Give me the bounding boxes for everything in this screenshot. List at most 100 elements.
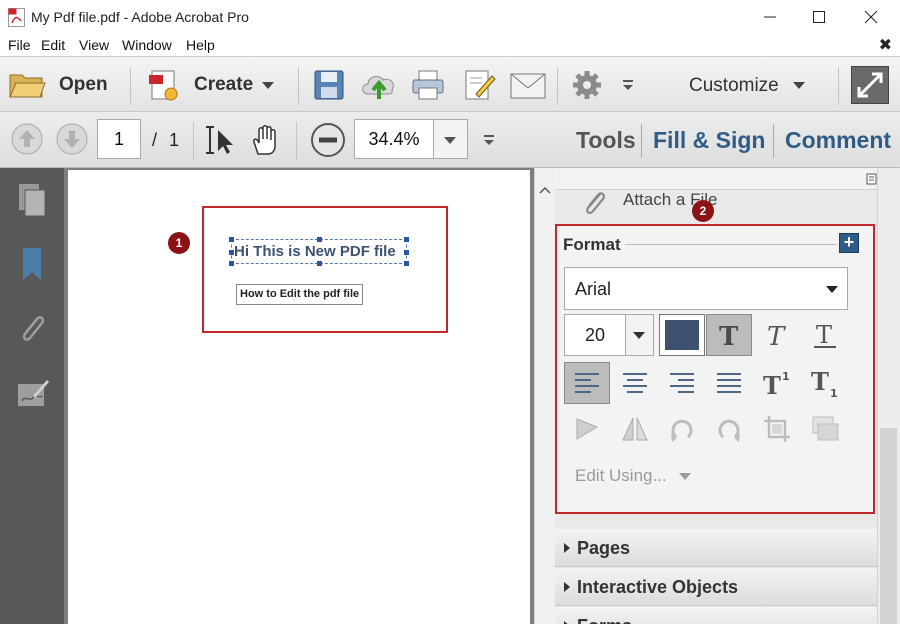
tab-tools[interactable]: Tools xyxy=(576,127,636,154)
next-page-icon[interactable] xyxy=(55,122,89,156)
print-icon[interactable] xyxy=(411,68,445,102)
superscript-button[interactable]: T1 xyxy=(754,362,800,404)
separator xyxy=(130,67,131,105)
signature-icon[interactable] xyxy=(16,376,50,410)
customize-button[interactable]: Customize xyxy=(686,65,816,105)
rotate-counterclockwise-button[interactable] xyxy=(659,408,705,450)
minimize-button[interactable] xyxy=(744,0,796,34)
scrollbar-thumb[interactable] xyxy=(880,428,897,624)
section-forms-label: Forms xyxy=(577,616,632,624)
page-thumbnails-icon[interactable] xyxy=(16,182,48,218)
bookmark-icon[interactable] xyxy=(16,246,48,282)
section-pages-label: Pages xyxy=(577,538,631,558)
callout-badge-1: 1 xyxy=(168,232,190,254)
text-color-button[interactable] xyxy=(659,314,705,356)
rotate-clockwise-button[interactable] xyxy=(706,408,752,450)
align-center-button[interactable] xyxy=(612,362,658,404)
zoom-input[interactable]: 34.4% xyxy=(354,119,434,159)
zoom-out-icon[interactable] xyxy=(310,122,346,158)
folder-icon xyxy=(9,74,46,98)
minimize-icon xyxy=(764,16,776,18)
pdf-heading-text[interactable]: Hi This is New PDF file xyxy=(234,243,396,260)
menu-help[interactable]: Help xyxy=(186,37,215,53)
close-window-button[interactable] xyxy=(845,0,897,34)
window-title: My Pdf file.pdf - Adobe Acrobat Pro xyxy=(31,9,249,25)
subscript-button[interactable]: T1 xyxy=(802,362,848,404)
email-icon[interactable] xyxy=(510,72,546,100)
bold-button[interactable]: T xyxy=(706,314,752,356)
menu-view[interactable]: View xyxy=(79,37,109,53)
selected-text-box[interactable]: Hi This is New PDF file xyxy=(229,237,409,266)
document-scrollbar[interactable] xyxy=(534,168,555,624)
italic-button[interactable]: T xyxy=(754,314,800,356)
hand-tool-icon[interactable] xyxy=(249,124,281,156)
edit-using-label[interactable]: Edit Using... xyxy=(575,466,667,486)
page-number-input[interactable]: 1 xyxy=(97,119,141,159)
replace-image-icon xyxy=(812,416,839,441)
zoom-dropdown-button[interactable] xyxy=(434,119,468,159)
resize-handle[interactable] xyxy=(229,261,234,266)
format-header: Format xyxy=(563,235,621,254)
replace-image-button[interactable] xyxy=(802,408,848,450)
section-interactive-objects[interactable]: Interactive Objects xyxy=(555,568,877,606)
flip-horizontal-button[interactable] xyxy=(612,408,658,450)
customize-label: Customize xyxy=(689,75,779,96)
menu-edit[interactable]: Edit xyxy=(41,37,65,53)
chevron-down-icon xyxy=(793,82,805,89)
justify-button[interactable] xyxy=(706,362,752,404)
menu-bar: File Edit View Window Help ✖ xyxy=(0,34,900,56)
tools-pane-scrollbar[interactable] xyxy=(877,168,900,624)
previous-page-icon[interactable] xyxy=(10,122,44,156)
svg-text:T: T xyxy=(811,368,829,396)
flip-vertical-icon xyxy=(576,418,599,440)
resize-handle[interactable] xyxy=(404,237,409,242)
italic-icon: T xyxy=(767,322,786,350)
align-left-button[interactable] xyxy=(564,362,610,404)
separator xyxy=(641,124,642,158)
open-button[interactable]: Open xyxy=(8,65,120,105)
close-document-button[interactable]: ✖ xyxy=(879,35,892,55)
rotate-right-icon xyxy=(718,419,740,442)
navigation-toolbar: 1 / 1 34.4% Tools Fill & Sign Comment xyxy=(0,112,900,168)
menu-window[interactable]: Window xyxy=(122,37,172,53)
separator xyxy=(557,67,558,105)
select-cursor-icon[interactable] xyxy=(205,124,235,156)
menu-file[interactable]: File xyxy=(8,37,31,53)
add-format-button[interactable]: + xyxy=(839,233,859,253)
align-right-button[interactable] xyxy=(659,362,705,404)
flip-vertical-button[interactable] xyxy=(564,408,610,450)
resize-handle[interactable] xyxy=(229,237,234,242)
full-screen-button[interactable] xyxy=(851,66,889,104)
tab-fill-sign[interactable]: Fill & Sign xyxy=(653,127,765,154)
separator xyxy=(773,124,774,158)
resize-handle[interactable] xyxy=(317,261,322,266)
section-forms[interactable]: Forms xyxy=(555,607,877,624)
resize-handle[interactable] xyxy=(404,261,409,266)
cloud-upload-icon[interactable] xyxy=(360,68,398,102)
paperclip-icon[interactable] xyxy=(16,310,48,346)
subscript-icon: T1 xyxy=(811,368,838,398)
chevron-up-icon[interactable] xyxy=(539,186,551,194)
create-button[interactable]: Create xyxy=(144,65,284,105)
toolbar-options-icon[interactable] xyxy=(482,133,496,147)
justify-icon xyxy=(717,373,741,393)
save-icon[interactable] xyxy=(313,69,345,101)
tab-comment[interactable]: Comment xyxy=(785,127,891,154)
sign-document-icon[interactable] xyxy=(462,68,496,102)
rotate-left-icon xyxy=(671,419,693,442)
toolbar-options-icon[interactable] xyxy=(621,78,635,92)
font-size-input[interactable]: 20 xyxy=(564,314,626,356)
section-pages[interactable]: Pages xyxy=(555,529,877,567)
resize-handle[interactable] xyxy=(317,237,322,242)
gear-icon[interactable] xyxy=(572,70,602,100)
pdf-page[interactable]: 1 Hi This is New PDF file How to Edit th… xyxy=(68,170,530,624)
callout-badge-2: 2 xyxy=(692,200,714,222)
underline-button[interactable]: T xyxy=(802,314,848,356)
crop-button[interactable] xyxy=(754,408,800,450)
maximize-button[interactable] xyxy=(793,0,845,34)
resize-handle[interactable] xyxy=(229,250,234,255)
font-size-dropdown[interactable] xyxy=(626,314,654,356)
resize-handle[interactable] xyxy=(404,250,409,255)
expand-triangle-icon xyxy=(564,582,570,592)
font-family-select[interactable]: Arial xyxy=(564,267,848,310)
